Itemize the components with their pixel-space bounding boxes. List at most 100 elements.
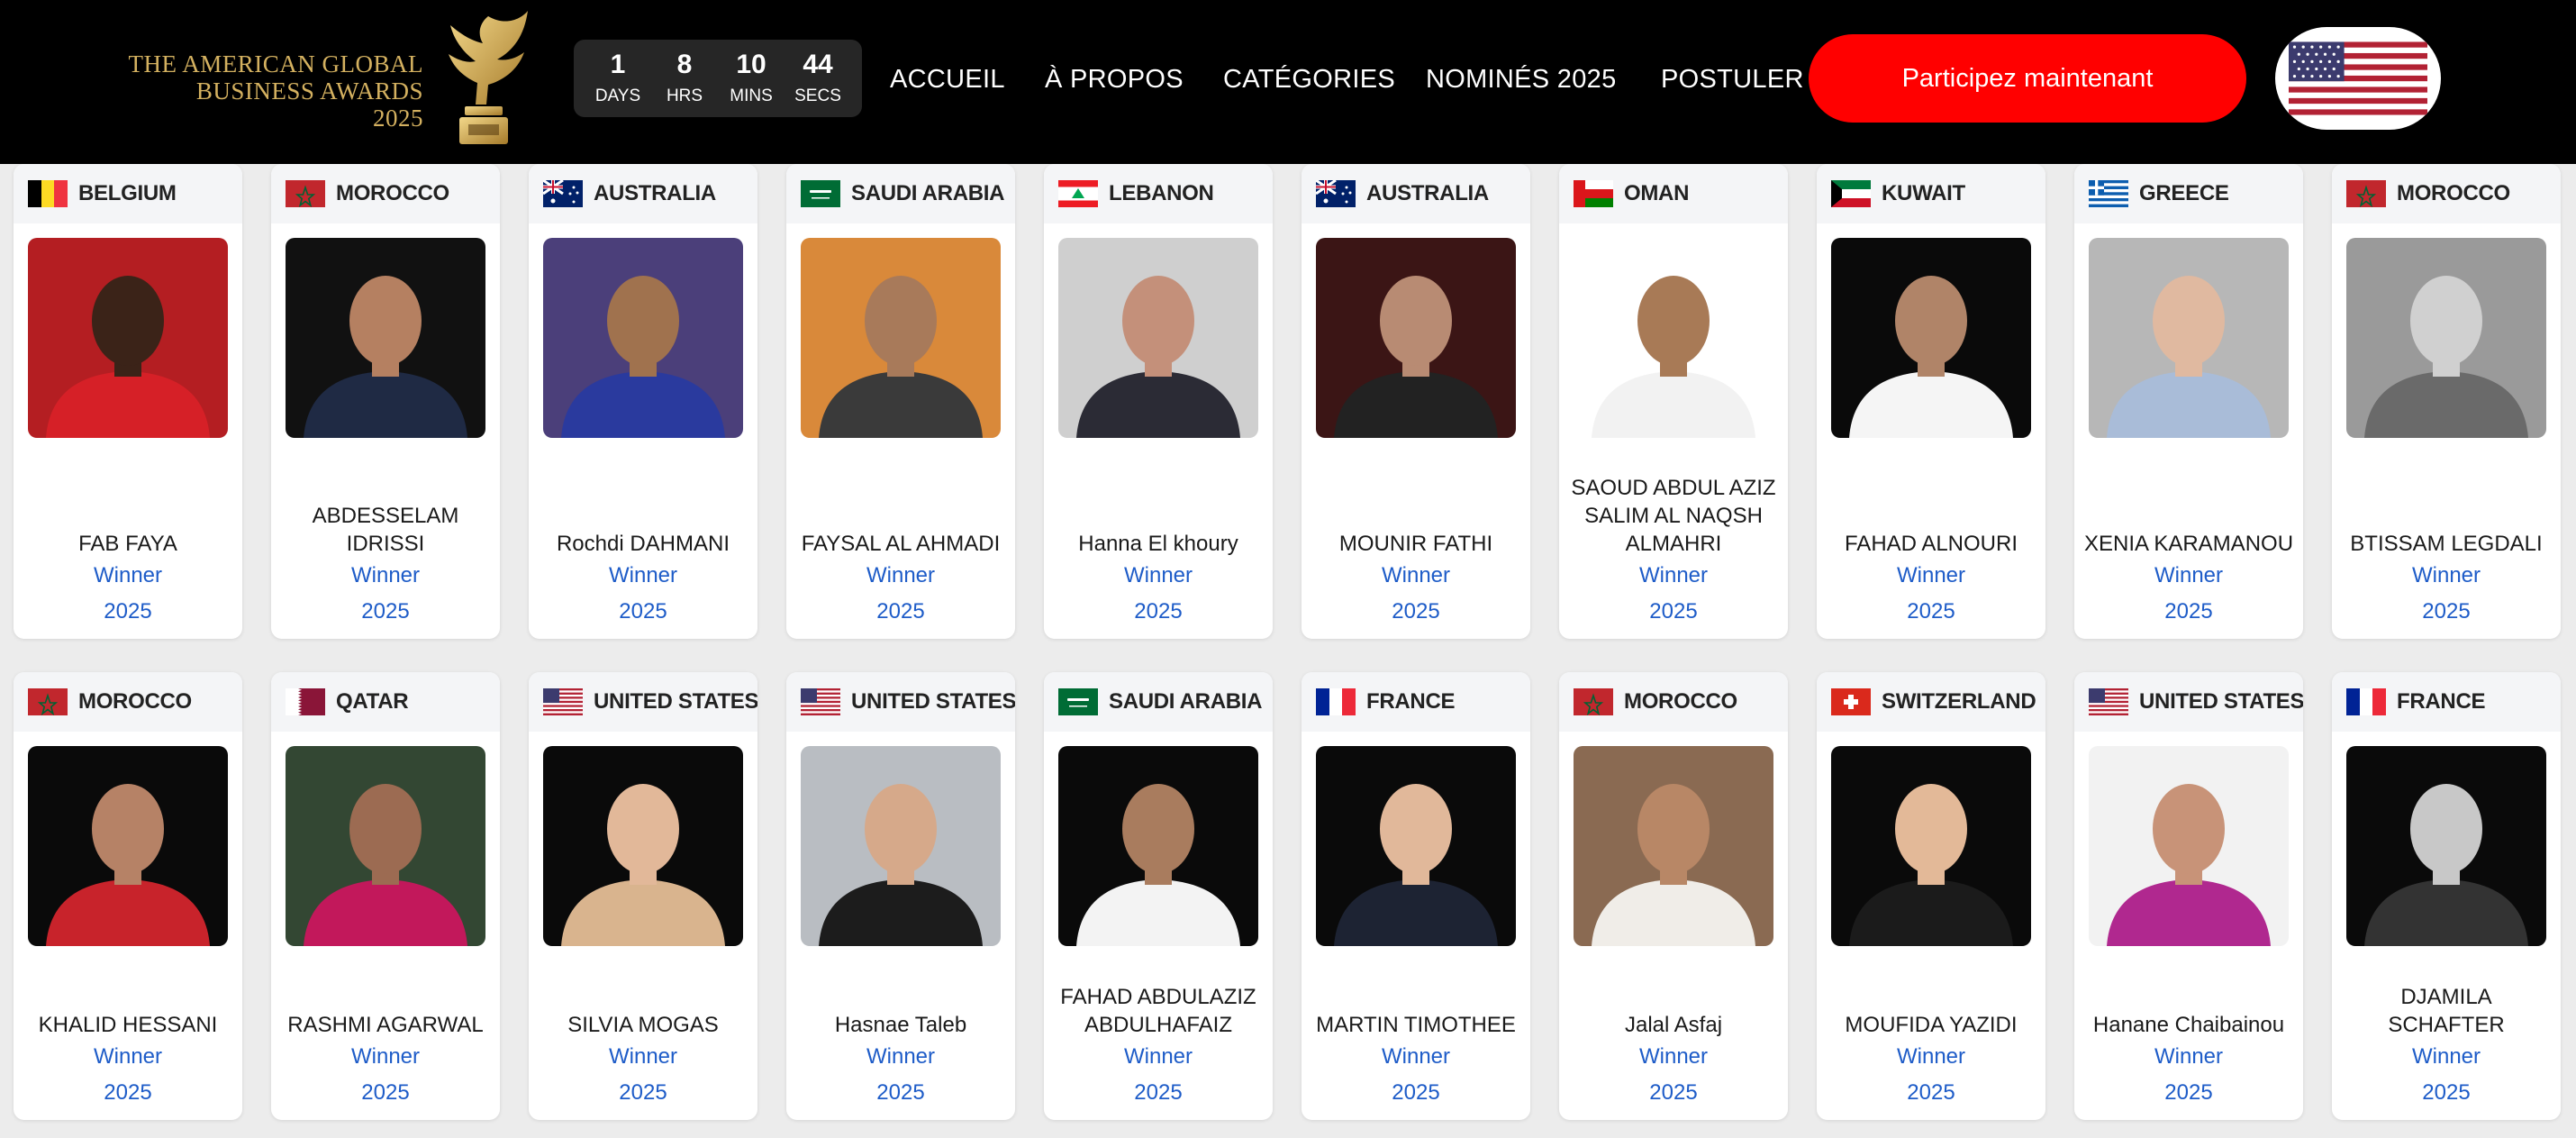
nominee-photo[interactable] <box>1831 238 2031 438</box>
nominee-name: BTISSAM LEGDALI <box>2350 532 2543 556</box>
countdown-label: HRS <box>666 86 703 105</box>
language-selector[interactable] <box>2275 27 2441 130</box>
ma-flag-icon <box>1574 688 1613 715</box>
ma-flag-icon <box>286 180 325 207</box>
au-flag-icon <box>1316 180 1356 207</box>
nominee-status[interactable]: Winner <box>786 558 1015 594</box>
nominee-photo[interactable] <box>1058 238 1258 438</box>
card-footer: ABDESSELAM IDRISSI Winner 2025 <box>271 502 500 630</box>
nominee-status[interactable]: Winner <box>2332 1039 2561 1075</box>
nav-accueil[interactable]: ACCUEIL <box>890 63 1005 96</box>
nominee-card[interactable]: UNITED STATES SILVIA MOGAS Winner 2025 <box>529 672 757 1120</box>
nominee-card[interactable]: QATAR RASHMI AGARWAL Winner 2025 <box>271 672 500 1120</box>
nominee-year: 2025 <box>1649 1080 1698 1105</box>
nominee-status[interactable]: Winner <box>14 558 242 594</box>
nominee-status[interactable]: Winner <box>1817 558 2045 594</box>
nominee-card[interactable]: MOROCCO ABDESSELAM IDRISSI Winner 2025 <box>271 164 500 639</box>
nominee-photo[interactable] <box>28 746 228 946</box>
nominee-status[interactable]: Winner <box>529 558 757 594</box>
card-country-header: LEBANON <box>1044 164 1273 223</box>
nominee-year: 2025 <box>2422 599 2471 624</box>
nominee-card[interactable]: KUWAIT FAHAD ALNOURI Winner 2025 <box>1817 164 2045 639</box>
country-name: MOROCCO <box>78 689 192 714</box>
nominee-status[interactable]: Winner <box>271 558 500 594</box>
countdown-days: 1 DAYS <box>588 50 648 107</box>
nominee-photo[interactable] <box>1316 746 1516 946</box>
nominee-card[interactable]: AUSTRALIA MOUNIR FATHI Winner 2025 <box>1302 164 1530 639</box>
nominee-status[interactable]: Winner <box>2332 558 2561 594</box>
nominee-status[interactable]: Winner <box>14 1039 242 1075</box>
nav-categories[interactable]: CATÉGORIES <box>1223 63 1395 96</box>
nominee-name: ABDESSELAM IDRISSI <box>312 504 459 556</box>
card-country-header: GREECE <box>2074 164 2303 223</box>
nominee-photo[interactable] <box>28 238 228 438</box>
lb-flag-icon <box>1058 180 1098 207</box>
site-logo-text[interactable]: THE AMERICAN GLOBAL BUSINESS AWARDS 2025 <box>126 50 423 132</box>
nominee-card[interactable]: SAUDI ARABIA FAHAD ABDULAZIZ ABDULHAFAIZ W… <box>1044 672 1273 1120</box>
nominee-photo[interactable] <box>543 238 743 438</box>
nominee-card[interactable]: SWITZERLAND MOUFIDA YAZIDI Winner 2025 <box>1817 672 2045 1120</box>
card-country-header: MOROCCO <box>2332 164 2561 223</box>
nominee-status[interactable]: Winner <box>1559 1039 1788 1075</box>
card-country-header: MOROCCO <box>14 672 242 732</box>
nominee-status[interactable]: Winner <box>1044 558 1273 594</box>
nominee-card[interactable]: OMAN SAOUD ABDUL AZIZ SALIM AL NAQSH ALMA… <box>1559 164 1788 639</box>
nominee-status[interactable]: Winner <box>271 1039 500 1075</box>
nominee-photo[interactable] <box>543 746 743 946</box>
ma-flag-icon <box>28 688 68 715</box>
nominee-status[interactable]: Winner <box>1044 1039 1273 1075</box>
nominee-photo[interactable] <box>286 746 485 946</box>
nominee-photo[interactable] <box>1574 238 1773 438</box>
country-name: MOROCCO <box>2397 181 2510 205</box>
card-country-header: BELGIUM <box>14 164 242 223</box>
card-country-header: AUSTRALIA <box>1302 164 1530 223</box>
nominee-card[interactable]: FRANCE MARTIN TIMOTHEE Winner 2025 <box>1302 672 1530 1120</box>
nav-postuler[interactable]: POSTULER <box>1661 63 1804 96</box>
nominee-photo[interactable] <box>2346 746 2546 946</box>
eagle-trophy-icon[interactable] <box>434 9 533 153</box>
nominee-card[interactable]: FRANCE DJAMILA SCHAFTER Winner 2025 <box>2332 672 2561 1120</box>
country-name: SWITZERLAND <box>1882 689 2036 714</box>
nominee-photo[interactable] <box>286 238 485 438</box>
nominee-card[interactable]: UNITED STATES Hasnae Taleb Winner 2025 <box>786 672 1015 1120</box>
nominee-card[interactable]: UNITED STATES Hanane Chaibainou Winner 2025 <box>2074 672 2303 1120</box>
nominee-photo[interactable] <box>1058 746 1258 946</box>
nominee-status[interactable]: Winner <box>1559 558 1788 594</box>
nominee-status[interactable]: Winner <box>1302 558 1530 594</box>
nominee-card[interactable]: MOROCCO Jalal Asfaj Winner 2025 <box>1559 672 1788 1120</box>
nominee-year: 2025 <box>2164 1080 2213 1105</box>
nominee-card[interactable]: MOROCCO BTISSAM LEGDALI Winner 2025 <box>2332 164 2561 639</box>
nominee-photo[interactable] <box>1316 238 1516 438</box>
nominee-name: SILVIA MOGAS <box>567 1013 719 1037</box>
nav-a-propos[interactable]: À PROPOS <box>1045 63 1184 96</box>
om-flag-icon <box>1574 180 1613 207</box>
nominee-status[interactable]: Winner <box>2074 558 2303 594</box>
nominee-photo[interactable] <box>2089 746 2289 946</box>
nominee-photo[interactable] <box>801 746 1001 946</box>
nav-nominees-2025[interactable]: NOMINÉS 2025 <box>1426 63 1617 96</box>
nominee-photo[interactable] <box>1574 746 1773 946</box>
nominee-card[interactable]: BELGIUM FAB FAYA Winner 2025 <box>14 164 242 639</box>
nominee-year: 2025 <box>619 599 667 624</box>
nominee-card[interactable]: AUSTRALIA Rochdi DAHMANI Winner 2025 <box>529 164 757 639</box>
nominee-photo[interactable] <box>1831 746 2031 946</box>
card-footer: SAOUD ABDUL AZIZ SALIM AL NAQSH ALMAHRI W… <box>1559 474 1788 630</box>
nominee-status[interactable]: Winner <box>1302 1039 1530 1075</box>
nominee-name: FAHAD ALNOURI <box>1844 532 2018 556</box>
nominee-status[interactable]: Winner <box>529 1039 757 1075</box>
site-header: THE AMERICAN GLOBAL BUSINESS AWARDS 2025… <box>0 0 2576 164</box>
participate-now-button[interactable]: Participez maintenant <box>1809 34 2246 123</box>
us-flag-icon <box>801 688 840 715</box>
card-footer: MARTIN TIMOTHEE Winner 2025 <box>1302 1011 1530 1111</box>
nominee-card[interactable]: MOROCCO KHALID HESSANI Winner 2025 <box>14 672 242 1120</box>
nominee-photo[interactable] <box>2346 238 2546 438</box>
nominee-status[interactable]: Winner <box>786 1039 1015 1075</box>
nominee-status[interactable]: Winner <box>1817 1039 2045 1075</box>
countdown-minutes: 10 MINS <box>721 50 781 107</box>
nominee-photo[interactable] <box>2089 238 2289 438</box>
nominee-status[interactable]: Winner <box>2074 1039 2303 1075</box>
nominee-card[interactable]: SAUDI ARABIA FAYSAL AL AHMADI Winner 2025 <box>786 164 1015 639</box>
nominee-card[interactable]: GREECE XENIA KARAMANOU Winner 2025 <box>2074 164 2303 639</box>
nominee-card[interactable]: LEBANON Hanna El khoury Winner 2025 <box>1044 164 1273 639</box>
nominee-photo[interactable] <box>801 238 1001 438</box>
